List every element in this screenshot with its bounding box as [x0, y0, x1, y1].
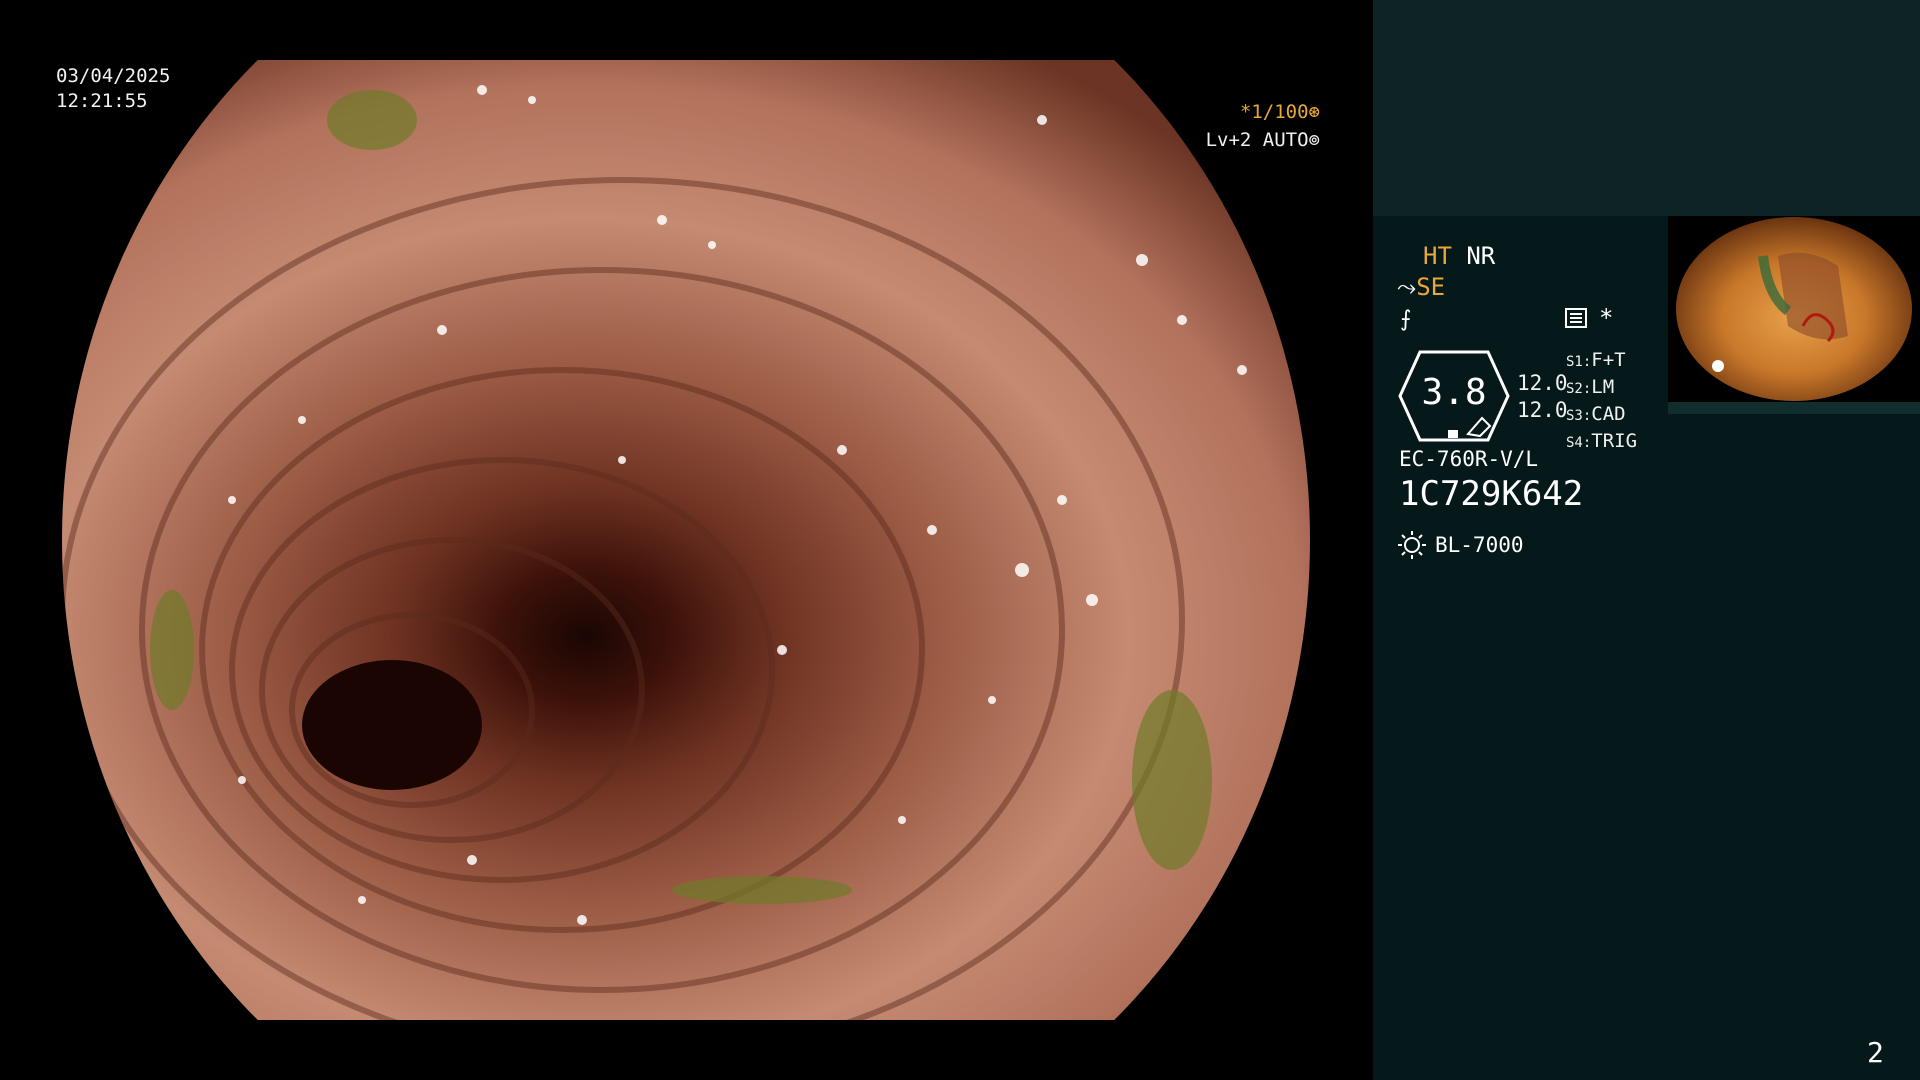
light-source-model: BL-7000 [1435, 533, 1524, 557]
info-panel: HT NR ⤳SE ⨍ * 3.8 12.0 12.0 S1:F+T S2:LM… [1373, 0, 1920, 1080]
switch-value: LM [1591, 376, 1615, 398]
endoscopy-display: 03/04/2025 12:21:55 *1/100⊛ Lv+2 AUTO⊚ [0, 0, 1373, 1080]
panel-top-area [1373, 0, 1920, 216]
switch-s1: S1:F+T [1566, 348, 1637, 375]
switch-key: S1: [1566, 354, 1592, 370]
gain-value-2: 12.0 [1517, 398, 1568, 422]
iris-icon: ⊚ [1308, 129, 1320, 151]
light-level-row: Lv+2 AUTO⊚ [1180, 126, 1320, 154]
scope-serial: 1C729K642 [1399, 474, 1584, 514]
page-number: 2 [1867, 1036, 1884, 1069]
star-mark: * [1599, 304, 1614, 332]
scope-model: EC-760R-V/L [1399, 447, 1539, 471]
aperture-icon: ⊛ [1308, 101, 1320, 123]
ht-nr-status: HT NR [1423, 242, 1495, 270]
switch-s4: S4:TRIG [1566, 429, 1637, 456]
exam-time: 12:21:55 [56, 90, 148, 112]
switch-key: S4: [1566, 435, 1592, 451]
light-level: Lv+2 AUTO [1205, 129, 1309, 151]
shutter-info: *1/100⊛ Lv+2 AUTO⊚ [1180, 98, 1320, 154]
switch-key: S3: [1566, 408, 1592, 424]
shutter-speed-row: *1/100⊛ [1180, 98, 1320, 126]
scope-switch-assignments: S1:F+T S2:LM S3:CAD S4:TRIG [1566, 348, 1637, 456]
sun-icon [1398, 531, 1426, 559]
light-source: BL-7000 [1397, 530, 1524, 560]
se-status: ⤳SE [1397, 273, 1445, 301]
structure-enhancement-icon: ⤳ [1397, 273, 1417, 301]
switch-value: F+T [1591, 349, 1626, 371]
ht-label: HT [1423, 242, 1452, 270]
gain-value-1: 12.0 [1517, 371, 1568, 395]
zoom-indicator: 3.8 [1398, 350, 1510, 442]
menu-list-icon [1565, 308, 1587, 328]
switch-s3: S3:CAD [1566, 402, 1637, 429]
exam-datetime: 03/04/2025 12:21:55 [56, 64, 170, 114]
zoom-value: 3.8 [1421, 372, 1487, 413]
gain-values: 12.0 12.0 [1517, 370, 1568, 424]
capture-thumbnail[interactable] [1668, 216, 1920, 402]
nr-label: NR [1466, 242, 1496, 270]
switch-value: TRIG [1591, 430, 1638, 452]
thumbnail-caption-bar [1668, 402, 1920, 414]
switch-s2: S2:LM [1566, 375, 1637, 402]
endoscopic-image [62, 60, 1310, 1020]
exam-date: 03/04/2025 [56, 65, 171, 87]
switch-value: CAD [1591, 403, 1626, 425]
switch-key: S2: [1566, 381, 1592, 397]
se-label: SE [1416, 273, 1446, 301]
function-icon: ⨍ [1400, 307, 1412, 332]
shutter-speed: *1/100 [1239, 101, 1309, 123]
